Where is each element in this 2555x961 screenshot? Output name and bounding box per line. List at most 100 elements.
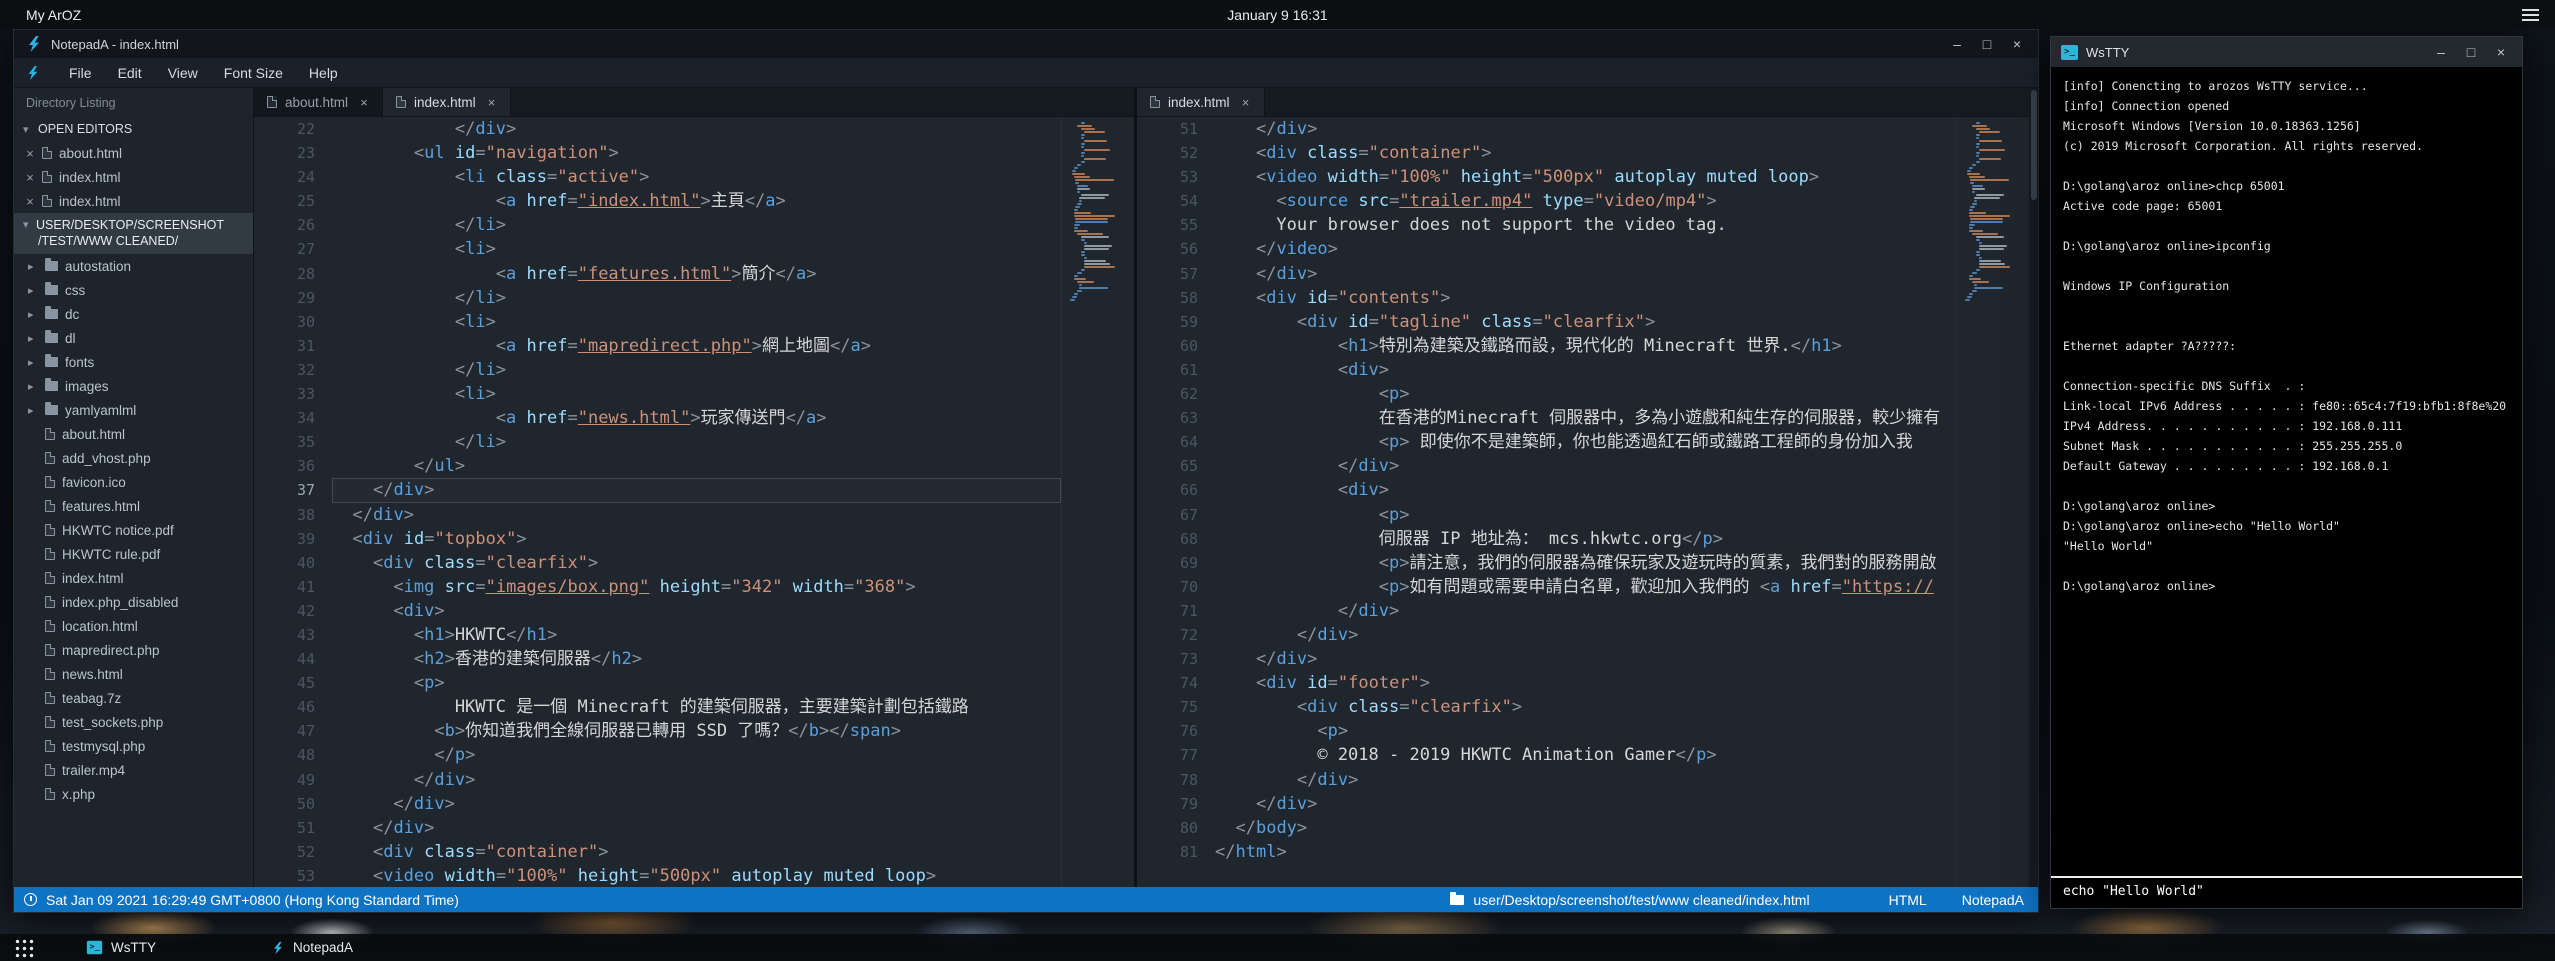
code-line-41[interactable]: <img src="images/box.png" height="342" w… xyxy=(332,575,1061,599)
code-line-28[interactable]: <a href="features.html">簡介</a> xyxy=(332,262,1061,286)
folder-item-dc[interactable]: dc xyxy=(14,302,253,326)
maximize-button[interactable]: □ xyxy=(1972,31,2002,57)
tab-index.html[interactable]: index.html xyxy=(383,88,511,116)
code-line-37[interactable]: </div> xyxy=(332,478,1061,502)
code-line-79[interactable]: </div> xyxy=(1215,792,1956,816)
open-editor-about.html[interactable]: about.html xyxy=(14,141,253,165)
file-item-location.html[interactable]: location.html xyxy=(14,614,253,638)
code-line-46[interactable]: HKWTC 是一個 Minecraft 的建築伺服器，主要建築計劃包括鐵路 xyxy=(332,695,1061,719)
file-item-testmysql.php[interactable]: testmysql.php xyxy=(14,734,253,758)
menu-file[interactable]: File xyxy=(56,65,105,81)
code-line-25[interactable]: <a href="index.html">主頁</a> xyxy=(332,189,1061,213)
code-line-35[interactable]: </li> xyxy=(332,430,1061,454)
code-line-30[interactable]: <li> xyxy=(332,310,1061,334)
folder-item-autostation[interactable]: autostation xyxy=(14,254,253,278)
code-line-70[interactable]: <p>如有問題或需要申請白名單，歡迎加入我們的 <a href="https:/… xyxy=(1215,575,1956,599)
minimize-button[interactable]: – xyxy=(2426,39,2456,65)
file-item-mapredirect.php[interactable]: mapredirect.php xyxy=(14,638,253,662)
open-editors-section[interactable]: OPEN EDITORS xyxy=(14,117,253,141)
file-item-index.html[interactable]: index.html xyxy=(14,566,253,590)
code-line-64[interactable]: <p> 即使你不是建築師，你也能透過紅石師或鐵路工程師的身份加入我 xyxy=(1215,430,1956,454)
editor-scrollbar[interactable] xyxy=(2029,88,2038,887)
code-line-33[interactable]: <li> xyxy=(332,382,1061,406)
tab-index.html[interactable]: index.html xyxy=(1137,88,1265,116)
file-item-about.html[interactable]: about.html xyxy=(14,422,253,446)
file-item-add_vhost.php[interactable]: add_vhost.php xyxy=(14,446,253,470)
minimap-left[interactable] xyxy=(1061,117,1134,887)
code-line-51[interactable]: </div> xyxy=(1215,117,1956,141)
close-button[interactable]: × xyxy=(2486,39,2516,65)
folder-item-dl[interactable]: dl xyxy=(14,326,253,350)
code-line-43[interactable]: <h1>HKWTC</h1> xyxy=(332,623,1061,647)
minimize-button[interactable]: – xyxy=(1942,31,1972,57)
open-editor-index.html[interactable]: index.html xyxy=(14,165,253,189)
open-editor-index.html[interactable]: index.html xyxy=(14,189,253,213)
code-line-36[interactable]: </ul> xyxy=(332,454,1061,478)
code-line-65[interactable]: </div> xyxy=(1215,454,1956,478)
code-line-50[interactable]: </div> xyxy=(332,792,1061,816)
code-line-48[interactable]: </p> xyxy=(332,743,1061,767)
code-line-55[interactable]: Your browser does not support the video … xyxy=(1215,213,1956,237)
menu-help[interactable]: Help xyxy=(296,65,351,81)
notepada-titlebar[interactable]: NotepadA - index.html – □ × xyxy=(14,30,2038,58)
launcher-icon[interactable] xyxy=(14,938,34,958)
menu-view[interactable]: View xyxy=(155,65,211,81)
close-editor-icon[interactable] xyxy=(25,147,35,160)
code-line-42[interactable]: <div> xyxy=(332,599,1061,623)
code-line-22[interactable]: </div> xyxy=(332,117,1061,141)
hamburger-menu-icon[interactable] xyxy=(2522,9,2539,21)
taskbar-item-wstty[interactable]: WsTTY xyxy=(86,940,156,955)
code-line-51[interactable]: </div> xyxy=(332,816,1061,840)
close-editor-icon[interactable] xyxy=(25,195,35,208)
code-line-40[interactable]: <div class="clearfix"> xyxy=(332,551,1061,575)
code-line-77[interactable]: © 2018 - 2019 HKWTC Animation Gamer</p> xyxy=(1215,743,1956,767)
code-line-44[interactable]: <h2>香港的建築伺服器</h2> xyxy=(332,647,1061,671)
code-line-80[interactable]: </body> xyxy=(1215,816,1956,840)
code-line-63[interactable]: 在香港的Minecraft 伺服器中，多為小遊戲和純生存的伺服器，較少擁有 xyxy=(1215,406,1956,430)
code-line-71[interactable]: </div> xyxy=(1215,599,1956,623)
code-line-74[interactable]: <div id="footer"> xyxy=(1215,671,1956,695)
code-editor-left[interactable]: </div> <ul id="navigation"> <li class="a… xyxy=(332,117,1061,887)
file-item-HKWTC notice.pdf[interactable]: HKWTC notice.pdf xyxy=(14,518,253,542)
code-line-58[interactable]: <div id="contents"> xyxy=(1215,286,1956,310)
tab-about.html[interactable]: about.html xyxy=(254,88,383,116)
terminal-input[interactable]: echo "Hello World" xyxy=(2051,876,2522,908)
code-line-31[interactable]: <a href="mapredirect.php">網上地圖</a> xyxy=(332,334,1061,358)
file-item-index.php_disabled[interactable]: index.php_disabled xyxy=(14,590,253,614)
terminal-output[interactable]: [info] Conencting to arozos WsTTY servic… xyxy=(2051,67,2522,876)
code-line-56[interactable]: </video> xyxy=(1215,237,1956,261)
code-line-57[interactable]: </div> xyxy=(1215,262,1956,286)
code-line-49[interactable]: </div> xyxy=(332,768,1061,792)
code-line-47[interactable]: <b>你知道我們全線伺服器已轉用 SSD 了嗎？</b></span> xyxy=(332,719,1061,743)
code-line-53[interactable]: <video width="100%" height="500px" autop… xyxy=(332,864,1061,887)
code-line-54[interactable]: <source src="trailer.mp4" type="video/mp… xyxy=(1215,189,1956,213)
minimap-right[interactable] xyxy=(1956,117,2029,887)
code-line-27[interactable]: <li> xyxy=(332,237,1061,261)
file-item-HKWTC rule.pdf[interactable]: HKWTC rule.pdf xyxy=(14,542,253,566)
file-item-trailer.mp4[interactable]: trailer.mp4 xyxy=(14,758,253,782)
file-item-favicon.ico[interactable]: favicon.ico xyxy=(14,470,253,494)
code-line-52[interactable]: <div class="container"> xyxy=(1215,141,1956,165)
code-line-24[interactable]: <li class="active"> xyxy=(332,165,1061,189)
file-item-features.html[interactable]: features.html xyxy=(14,494,253,518)
folder-item-images[interactable]: images xyxy=(14,374,253,398)
code-line-32[interactable]: </li> xyxy=(332,358,1061,382)
file-item-test_sockets.php[interactable]: test_sockets.php xyxy=(14,710,253,734)
close-button[interactable]: × xyxy=(2002,31,2032,57)
code-line-26[interactable]: </li> xyxy=(332,213,1061,237)
code-line-62[interactable]: <p> xyxy=(1215,382,1956,406)
code-line-73[interactable]: </div> xyxy=(1215,647,1956,671)
code-line-34[interactable]: <a href="news.html">玩家傳送門</a> xyxy=(332,406,1061,430)
code-line-78[interactable]: </div> xyxy=(1215,768,1956,792)
code-line-81[interactable]: </html> xyxy=(1215,840,1956,864)
file-item-news.html[interactable]: news.html xyxy=(14,662,253,686)
menu-font-size[interactable]: Font Size xyxy=(211,65,296,81)
close-tab-icon[interactable] xyxy=(487,96,497,109)
code-line-76[interactable]: <p> xyxy=(1215,719,1956,743)
code-line-72[interactable]: </div> xyxy=(1215,623,1956,647)
code-line-29[interactable]: </li> xyxy=(332,286,1061,310)
folder-item-fonts[interactable]: fonts xyxy=(14,350,253,374)
folder-item-yamlyamlml[interactable]: yamlyamlml xyxy=(14,398,253,422)
wstty-titlebar[interactable]: WsTTY – □ × xyxy=(2051,37,2522,67)
code-line-59[interactable]: <div id="tagline" class="clearfix"> xyxy=(1215,310,1956,334)
